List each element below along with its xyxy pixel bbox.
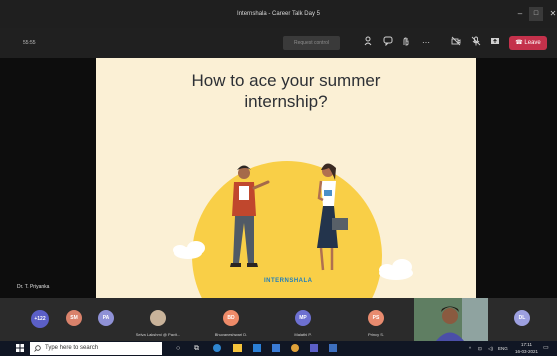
network-icon[interactable]: ⊡: [478, 341, 482, 356]
clock-time: 17:11: [521, 342, 532, 347]
overflow-count-avatar: +122: [31, 310, 49, 328]
file-explorer-icon[interactable]: [233, 344, 242, 352]
window-title: Internshala - Career Talk Day 5: [237, 11, 320, 17]
leave-button[interactable]: ☎ Leave: [509, 36, 547, 50]
participants-icon[interactable]: [362, 36, 376, 50]
cortana-icon[interactable]: ○: [176, 341, 180, 356]
avatar: MP: [295, 310, 311, 326]
phone-hangup-icon: ☎: [515, 40, 523, 46]
camera-off-icon[interactable]: [449, 36, 463, 50]
meeting-toolbar: 55:55 Request control ⋯ ☎ Leave: [0, 28, 557, 58]
taskbar-search-input[interactable]: Type here to search: [30, 342, 162, 355]
participant-name: Malathi P.: [294, 332, 312, 337]
avatar: PA: [98, 310, 114, 326]
woman-figure-icon: [317, 163, 348, 271]
slide-illustration: [173, 163, 413, 280]
participant-tile[interactable]: PS Princy S.: [343, 298, 409, 341]
participant-tile[interactable]: Selva Lakshmi @ Pavit...: [125, 298, 191, 341]
volume-icon[interactable]: ◁): [488, 341, 493, 356]
avatar: BD: [223, 310, 239, 326]
store-icon[interactable]: [253, 344, 261, 352]
shared-screen-stage: How to ace your summer internship? INTER…: [0, 58, 557, 298]
internshala-logo: INTERNSHALA: [264, 278, 313, 284]
reactions-icon[interactable]: [399, 36, 413, 50]
task-view-icon[interactable]: ⧉: [194, 341, 199, 356]
participant-name: Princy S.: [367, 332, 384, 337]
chrome-icon[interactable]: [291, 344, 299, 352]
windows-taskbar: Type here to search ○ ⧉ ^ ⊡ ◁) ENG 17:11…: [0, 341, 557, 356]
avatar-photo: [150, 310, 166, 326]
taskbar-clock[interactable]: 17:11 16-03-2021: [515, 341, 538, 355]
participant-tile[interactable]: BD Bhuvaneshwari D.: [198, 298, 264, 341]
presentation-slide: How to ace your summer internship? INTER…: [96, 58, 476, 298]
participant-tile[interactable]: MP Malathi P.: [270, 298, 336, 341]
participant-tile[interactable]: PA: [88, 298, 124, 341]
app-icon[interactable]: [329, 344, 337, 352]
leave-label: Leave: [524, 40, 541, 46]
avatar: SM: [66, 310, 82, 326]
request-control-button[interactable]: Request control: [283, 36, 340, 50]
maximize-icon[interactable]: □: [529, 7, 543, 21]
windows-start-icon[interactable]: [16, 344, 24, 352]
participant-tile[interactable]: DL: [504, 298, 540, 341]
search-placeholder: Type here to search: [45, 345, 99, 351]
presenter-name-label: Dr. T. Priyanka: [17, 284, 50, 290]
edge-browser-icon[interactable]: [213, 344, 221, 352]
teams-icon[interactable]: [310, 344, 318, 352]
participant-strip: +122 SM PA Selva Lakshmi @ Pavit... BD B…: [0, 298, 557, 341]
minimize-icon[interactable]: –: [512, 0, 528, 28]
man-figure-icon: [230, 165, 270, 267]
meeting-timer: 55:55: [23, 40, 36, 46]
participant-name: Bhuvaneshwari D.: [214, 332, 248, 337]
chat-icon[interactable]: [381, 36, 395, 50]
avatar: DL: [514, 310, 530, 326]
participant-video-tile[interactable]: [414, 298, 488, 341]
cloud-left-icon: [173, 241, 205, 259]
share-tray-icon[interactable]: [488, 36, 502, 50]
tray-chevron-icon[interactable]: ^: [469, 341, 471, 356]
search-icon: [34, 345, 41, 352]
cloud-right-icon: [379, 259, 413, 280]
clock-date: 16-03-2021: [515, 349, 539, 354]
mic-off-icon[interactable]: [469, 36, 483, 50]
brand-text: INTERNSHALA: [264, 278, 313, 284]
participant-tile[interactable]: SM: [56, 298, 92, 341]
title-bar: Internshala - Career Talk Day 5 – □ ✕: [0, 0, 557, 28]
mail-icon[interactable]: [272, 344, 280, 352]
notification-icon[interactable]: ▭: [543, 341, 549, 356]
participant-video-frame: [414, 298, 488, 341]
close-icon[interactable]: ✕: [545, 0, 557, 28]
more-options-icon[interactable]: ⋯: [419, 36, 433, 50]
avatar: PS: [368, 310, 384, 326]
participant-name: Selva Lakshmi @ Pavit...: [135, 332, 181, 337]
language-indicator[interactable]: ENG: [498, 341, 508, 356]
participant-tile[interactable]: +122: [22, 298, 58, 341]
